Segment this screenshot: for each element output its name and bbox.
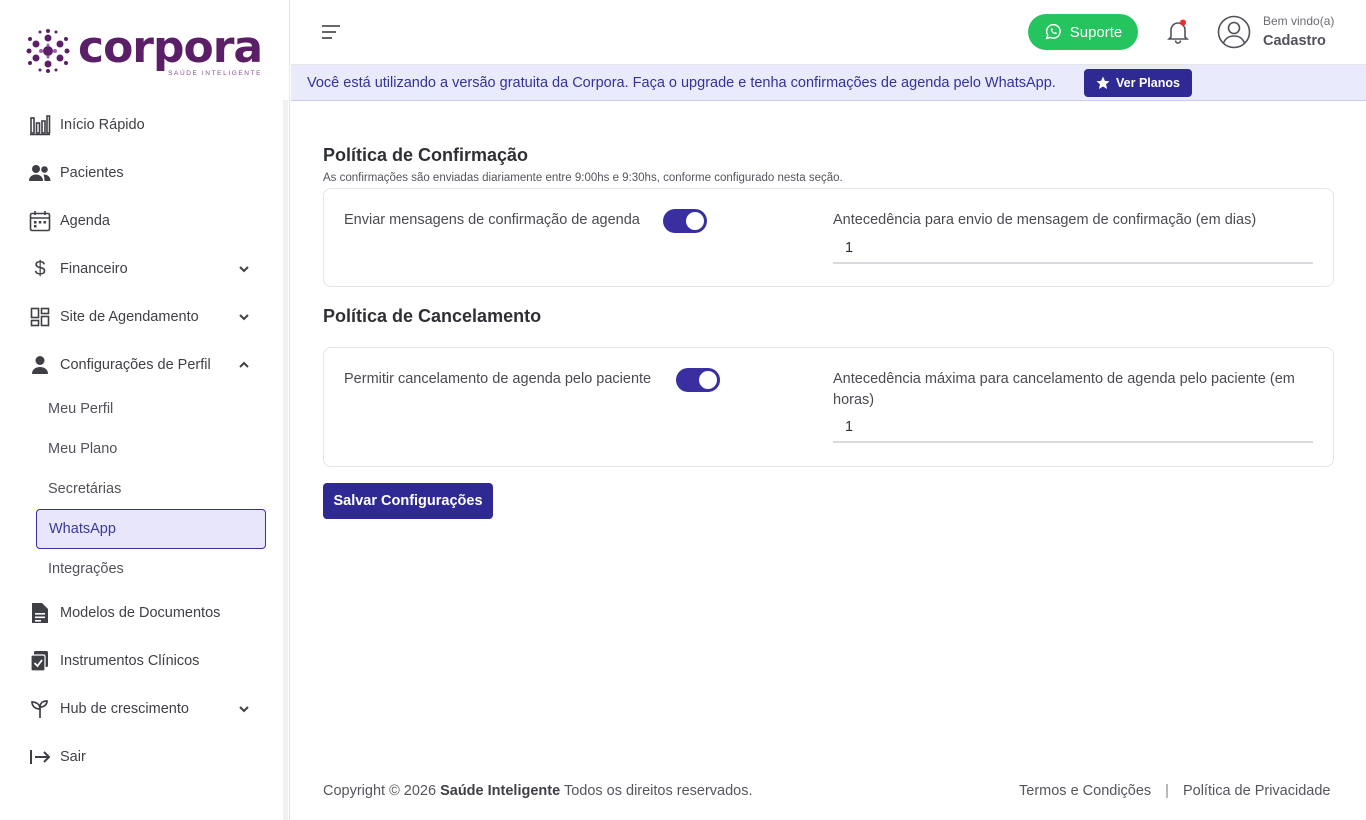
clipboard-check-icon [28,649,52,673]
footer-separator: | [1165,783,1169,799]
save-settings-button[interactable]: Salvar Configurações [323,483,493,519]
sidebar-item-pacientes[interactable]: Pacientes [0,149,290,197]
sidebar-nav: Início Rápido Pacientes Agenda $ Finance… [0,101,290,781]
logout-icon [28,745,52,769]
sidebar-subitem-secretarias[interactable]: Secretárias [0,469,290,509]
sidebar-subitem-meu-perfil[interactable]: Meu Perfil [0,389,290,429]
sidebar-item-label: Modelos de Documentos [60,605,221,621]
sidebar-item-instrumentos-clinicos[interactable]: Instrumentos Clínicos [0,637,290,685]
welcome-text: Bem vindo(a) [1263,14,1335,28]
avatar[interactable] [1217,15,1251,49]
sidebar-item-label: Agenda [60,213,110,229]
sidebar-item-hub-de-crescimento[interactable]: Hub de crescimento [0,685,290,733]
sidebar-item-site-de-agendamento[interactable]: Site de Agendamento [0,293,290,341]
footer-links: Termos e Condições | Política de Privaci… [1019,783,1330,799]
logo[interactable]: corpora SAÚDE INTELIGENTE [26,22,263,80]
copyright-prefix: Copyright © 2026 [323,783,437,799]
cancellation-policy-card: Permitir cancelamento de agenda pelo pac… [323,347,1334,467]
sidebar-subitem-meu-plano[interactable]: Meu Plano [0,429,290,469]
sidebar-item-agenda[interactable]: Agenda [0,197,290,245]
bar-chart-icon [28,113,52,137]
user-name: Cadastro [1263,33,1326,49]
sidebar-item-label: Pacientes [60,165,124,181]
footer-copyright: Copyright © 2026 Saúde Inteligente Todos… [323,783,753,799]
cancellation-toggle[interactable] [676,368,720,392]
logo-tagline: SAÚDE INTELIGENTE [168,70,263,77]
sidebar-item-label: Financeiro [60,261,128,277]
confirmation-policy-card: Enviar mensagens de confirmação de agend… [323,188,1334,287]
cancellation-toggle-label: Permitir cancelamento de agenda pelo pac… [344,371,652,387]
copyright-suffix: Todos os direitos reservados. [563,783,753,799]
sidebar-item-label: Hub de crescimento [60,701,189,717]
users-icon [28,161,52,185]
cancellation-hours-input[interactable] [833,413,1313,443]
confirmation-days-input[interactable] [833,234,1313,264]
sidebar-item-configuracoes-de-perfil[interactable]: Configurações de Perfil [0,341,290,389]
notification-bell-icon[interactable] [1167,19,1189,45]
ver-planos-label: Ver Planos [1116,76,1180,90]
company-name: Saúde Inteligente [440,783,561,799]
support-label: Suporte [1069,23,1123,41]
document-icon [28,601,52,625]
sidebar-subitem-integracoes[interactable]: Integrações [0,549,290,589]
logo-mark-icon [26,29,70,73]
sidebar-item-modelos-de-documentos[interactable]: Modelos de Documentos [0,589,290,637]
chevron-down-icon [239,314,249,321]
confirmation-toggle[interactable] [663,209,707,233]
sidebar-item-label: Site de Agendamento [60,309,199,325]
confirmation-days-label: Antecedência para envio de mensagem de c… [833,212,1257,228]
support-button[interactable]: Suporte [1028,14,1138,50]
sidebar-item-inicio-rapido[interactable]: Início Rápido [0,101,290,149]
menu-toggle-icon[interactable] [321,23,341,41]
terms-link[interactable]: Termos e Condições [1019,783,1151,799]
sidebar-item-financeiro[interactable]: $ Financeiro [0,245,290,293]
sidebar-scrollbar[interactable] [283,100,288,820]
star-icon [1096,76,1110,89]
sidebar-item-label: Instrumentos Clínicos [60,653,200,669]
sidebar-item-sair[interactable]: Sair [0,733,290,781]
chevron-down-icon [239,706,249,713]
sidebar: corpora SAÚDE INTELIGENTE Início Rápido … [0,0,290,820]
top-header: Suporte Bem vindo(a) Cadastro [291,0,1366,65]
confirmation-policy-title: Política de Confirmação [323,145,529,165]
calendar-icon [28,209,52,233]
user-icon [28,353,52,377]
cancellation-policy-title: Política de Cancelamento [323,306,542,326]
privacy-link[interactable]: Política de Privacidade [1183,783,1331,799]
sidebar-item-label: Configurações de Perfil [60,357,211,373]
sidebar-item-label: Sair [60,749,86,765]
confirmation-toggle-label: Enviar mensagens de confirmação de agend… [344,212,640,228]
sprout-icon [28,697,52,721]
logo-wordmark: corpora [78,22,263,73]
chevron-up-icon [239,361,249,368]
sidebar-subitem-whatsapp[interactable]: WhatsApp [36,509,266,549]
ver-planos-button[interactable]: Ver Planos [1084,69,1192,97]
confirmation-policy-subtitle: As confirmações são enviadas diariamente… [323,172,843,184]
upgrade-banner-text: Você está utilizando a versão gratuita d… [307,74,1056,91]
sidebar-item-label: Início Rápido [60,117,145,133]
dollar-icon: $ [34,257,46,280]
whatsapp-icon [1045,23,1061,40]
cancellation-hours-label: Antecedência máxima para cancelamento de… [833,371,1295,408]
dashboard-icon [28,305,52,329]
chevron-down-icon [239,266,249,273]
upgrade-banner: Você está utilizando a versão gratuita d… [291,65,1366,101]
